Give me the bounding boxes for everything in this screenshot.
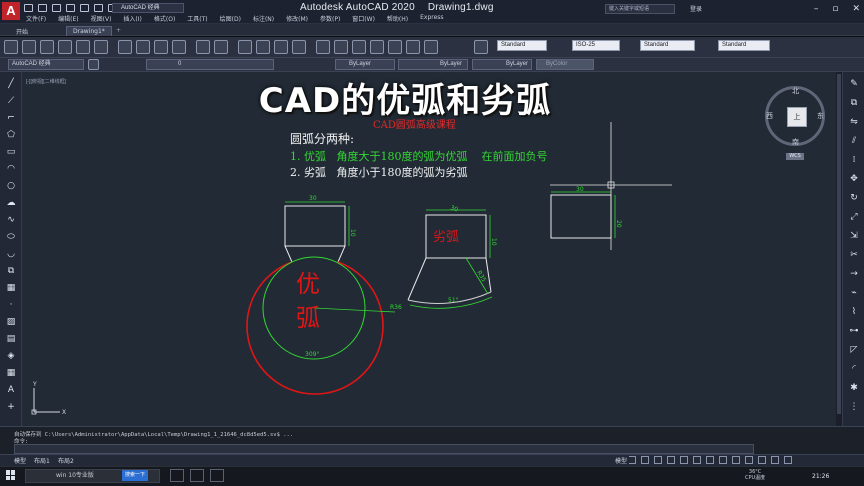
windows-start-icon[interactable] [6, 470, 16, 480]
dim-text-51: 51° [448, 297, 459, 304]
ucs-axes: Y X [31, 381, 66, 416]
ucs-y-label: Y [32, 381, 37, 388]
crosshair-cursor [550, 122, 672, 250]
compass-east[interactable]: 东 [817, 111, 824, 121]
otrack-toggle-icon[interactable] [680, 456, 688, 464]
task-view-icon[interactable] [170, 469, 184, 482]
right-figure [550, 191, 616, 239]
note-heading: 圆弧分两种: [290, 132, 355, 146]
dim-text-30-b: 30 [449, 204, 459, 213]
annotation-toggle-icon[interactable] [732, 456, 740, 464]
ortho-toggle-icon[interactable] [641, 456, 649, 464]
compass-west[interactable]: 西 [766, 111, 773, 121]
dim-text-10-a: 10 [349, 229, 356, 237]
dim-text-30-c: 30 [576, 186, 584, 193]
dim-text-30-a: 30 [309, 195, 317, 202]
dim-text-20-c: 20 [615, 220, 622, 228]
minor-arc-figure [407, 209, 493, 309]
wcs-menu[interactable]: WCS [786, 153, 804, 160]
minor-side-right [485, 257, 492, 293]
status-model-label[interactable]: 模型 [615, 456, 630, 465]
note-minor-arc: 2. 劣弧 角度小于180度的弧为劣弧 [290, 166, 468, 179]
label-minor: 劣弧 [433, 230, 460, 245]
cpu-temperature: 36°C CPU温度 [745, 469, 765, 481]
autocad-window: A AutoCAD 经典 Autodesk AutoCAD 2020 Drawi… [0, 0, 864, 486]
compass-south[interactable]: 南 [792, 137, 799, 147]
rect-left [284, 205, 346, 247]
radius-line-left [313, 307, 396, 313]
dim-text-10-b: 10 [490, 238, 497, 246]
folder-taskbar-icon[interactable] [210, 469, 224, 482]
tab-model[interactable]: 模型 [14, 456, 26, 465]
slot-line-left [284, 245, 293, 263]
tab-layout2[interactable]: 布局2 [58, 456, 74, 465]
workspace-switch-toggle-icon[interactable] [745, 456, 753, 464]
lineweight-toggle-icon[interactable] [693, 456, 701, 464]
major-arc-figure [246, 201, 396, 395]
command-history-line-1: 自动保存到 C:\Users\Administrator\AppData\Loc… [14, 432, 294, 438]
rect-right [550, 194, 612, 239]
autocad-taskbar-icon[interactable] [190, 469, 204, 482]
selection-cycling-toggle-icon[interactable] [719, 456, 727, 464]
video-overlay-title: CAD的优弧和劣弧 [258, 81, 552, 121]
label-major-2: 弧 [296, 304, 320, 332]
minor-side-left [407, 257, 427, 301]
course-title: CAD圆弧高级课程 [373, 120, 456, 131]
snap-toggle-icon[interactable] [628, 456, 636, 464]
dim-text-r36: R36 [390, 304, 402, 311]
slot-line-right [337, 245, 346, 263]
view-cube-top-face[interactable]: 上 [787, 107, 807, 127]
tab-layout1[interactable]: 布局1 [34, 456, 50, 465]
osnap-toggle-icon[interactable] [667, 456, 675, 464]
polar-toggle-icon[interactable] [654, 456, 662, 464]
label-major-1: 优 [296, 270, 320, 298]
clock[interactable]: 21:26 [812, 473, 829, 480]
cpu-temp-label: CPU温度 [745, 475, 766, 481]
note-major-arc: 1. 优弧 角度大于180度的弧为优弧 在前面加负号 [290, 150, 548, 163]
search-button[interactable]: 搜索一下 [122, 470, 148, 481]
status-toggles [615, 456, 792, 464]
isolate-toggle-icon[interactable] [758, 456, 766, 464]
ucs-x-label: X [62, 409, 66, 416]
fullscreen-toggle-icon[interactable] [771, 456, 779, 464]
transparency-toggle-icon[interactable] [706, 456, 714, 464]
dim-text-309: 309° [305, 351, 319, 358]
command-input[interactable] [14, 444, 754, 454]
compass-north[interactable]: 北 [792, 86, 799, 96]
customize-toggle-icon[interactable] [784, 456, 792, 464]
